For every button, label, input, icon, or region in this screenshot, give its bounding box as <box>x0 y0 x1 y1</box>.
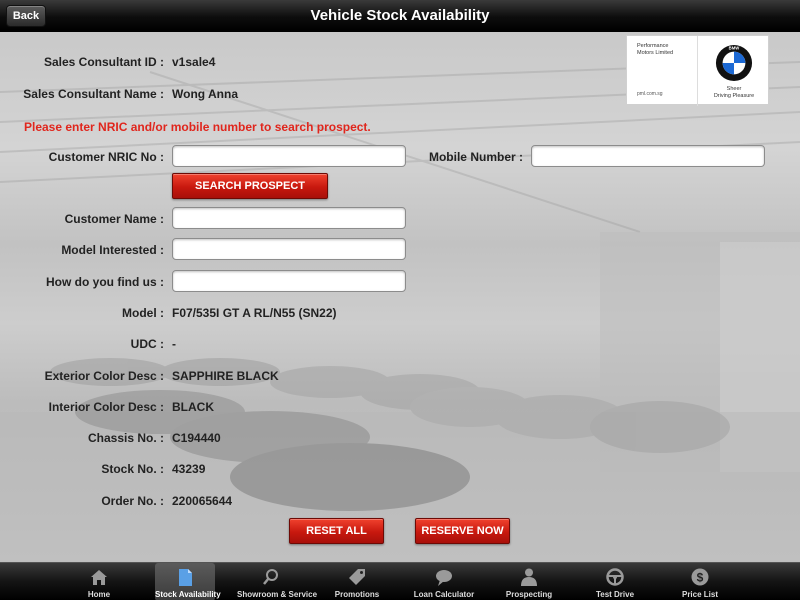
bottom-tab-bar: Home Stock Availability Showroom & Servi… <box>0 562 800 600</box>
tab-showroom-service-label: Showroom & Service <box>237 590 318 599</box>
top-navigation-bar: Back Vehicle Stock Availability <box>0 0 800 32</box>
tab-stock-availability-label: Stock Availability <box>155 590 221 599</box>
search-prospect-button[interactable]: SEARCH PROSPECT <box>172 173 328 199</box>
tagline-line1: Sheer <box>726 86 742 92</box>
tab-stock-availability[interactable]: Stock Availability <box>155 563 221 600</box>
tab-prospecting[interactable]: Prospecting <box>500 563 558 600</box>
model-label: Model : <box>122 306 164 320</box>
tab-test-drive[interactable]: Test Drive <box>584 563 646 600</box>
dollar-icon: $ <box>691 568 709 586</box>
model-interested-input[interactable] <box>172 238 406 260</box>
background-photo <box>0 61 800 562</box>
consultant-id-label: Sales Consultant ID : <box>43 55 164 69</box>
chassis-number-label: Chassis No. : <box>87 431 164 445</box>
tab-prospecting-label: Prospecting <box>505 590 553 599</box>
search-instruction-message: Please enter NRIC and/or mobile number t… <box>24 120 371 134</box>
stock-number-value: 43239 <box>172 462 206 476</box>
tab-loan-calculator-label: Loan Calculator <box>413 590 475 599</box>
tab-loan-calculator[interactable]: Loan Calculator <box>408 563 480 600</box>
consultant-id-value: v1sale4 <box>172 55 216 69</box>
model-value: F07/535I GT A RL/N55 (SN22) <box>172 306 337 320</box>
speech-bubble-icon <box>436 570 452 586</box>
tab-price-list-label: Price List <box>681 590 718 599</box>
magnifier-icon <box>263 569 278 585</box>
tab-price-list[interactable]: $ Price List <box>670 563 730 600</box>
mobile-number-label: Mobile Number : <box>428 150 523 164</box>
person-icon <box>521 568 537 586</box>
exterior-color-value: SAPPHIRE BLACK <box>172 369 279 383</box>
how-find-us-label: How do you find us : <box>46 275 164 289</box>
dealer-logo-box: Performance Motors Limited pml.com.sg BM… <box>626 35 769 106</box>
reserve-now-button[interactable]: RESERVE NOW <box>415 518 510 544</box>
document-icon <box>179 569 192 586</box>
tab-showroom-service[interactable]: Showroom & Service <box>237 563 318 600</box>
tab-test-drive-label: Test Drive <box>595 590 635 599</box>
stock-number-label: Stock No. : <box>101 462 164 476</box>
chassis-number-value: C194440 <box>172 431 221 445</box>
svg-text:$: $ <box>697 571 704 585</box>
exterior-color-label: Exterior Color Desc : <box>44 369 164 383</box>
interior-color-label: Interior Color Desc : <box>48 400 164 414</box>
bmw-letters: BMW <box>729 46 741 51</box>
back-button[interactable]: Back <box>6 5 46 27</box>
interior-color-value: BLACK <box>172 400 214 414</box>
tab-promotions-label: Promotions <box>334 590 380 599</box>
order-number-value: 220065644 <box>172 494 233 508</box>
udc-label: UDC : <box>130 337 164 351</box>
dealer-name-line1: Performance <box>637 43 669 49</box>
nric-label: Customer NRIC No : <box>48 150 164 164</box>
udc-value: - <box>172 337 176 351</box>
mobile-number-input[interactable] <box>531 145 765 167</box>
how-find-us-input[interactable] <box>172 270 406 292</box>
tag-icon <box>349 569 365 585</box>
reset-all-button[interactable]: RESET ALL <box>289 518 384 544</box>
steering-wheel-icon <box>606 568 624 586</box>
main-content: Performance Motors Limited pml.com.sg BM… <box>0 32 800 562</box>
tab-home[interactable]: Home <box>66 563 132 600</box>
customer-name-label: Customer Name : <box>64 212 164 226</box>
order-number-label: Order No. : <box>101 494 164 508</box>
customer-name-input[interactable] <box>172 207 406 229</box>
bmw-roundel-icon: BMW <box>715 44 753 82</box>
dealer-logo: Performance Motors Limited pml.com.sg <box>627 36 698 106</box>
consultant-name-label: Sales Consultant Name : <box>23 87 164 101</box>
tab-promotions[interactable]: Promotions <box>325 563 389 600</box>
model-interested-label: Model Interested : <box>61 243 164 257</box>
nric-input[interactable] <box>172 145 406 167</box>
home-icon <box>91 570 107 585</box>
page-title: Vehicle Stock Availability <box>310 7 490 24</box>
tagline-line2: Driving Pleasure <box>713 93 755 99</box>
consultant-name-value: Wong Anna <box>172 87 238 101</box>
dealer-name-line2: Motors Limited <box>637 50 674 56</box>
tab-home-label: Home <box>87 590 111 599</box>
dealer-url: pml.com.sg <box>637 91 663 97</box>
